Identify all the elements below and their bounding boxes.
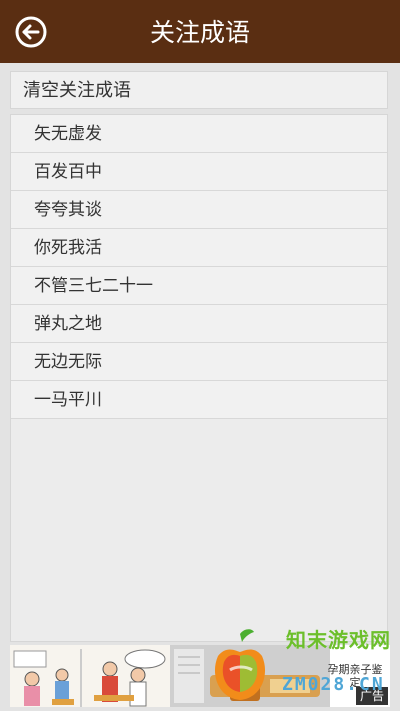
idiom-list-item[interactable]: 弹丸之地 (11, 305, 387, 343)
idiom-list-item[interactable]: 你死我活 (11, 229, 387, 267)
idiom-text: 矢无虚发 (34, 124, 102, 144)
watermark: 知末游戏网 ZM028.CN (196, 622, 396, 708)
idiom-list-item[interactable]: 一马平川 (11, 381, 387, 419)
idiom-list-item[interactable]: 无边无际 (11, 343, 387, 381)
idiom-list-item[interactable]: 不管三七二十一 (11, 267, 387, 305)
clear-followed-idioms-button[interactable]: 清空关注成语 (10, 71, 388, 109)
idiom-list-item[interactable]: 矢无虚发 (11, 115, 387, 153)
page-title: 关注成语 (149, 18, 250, 47)
idiom-text: 你死我活 (34, 238, 102, 258)
ad-cartoon-image (10, 645, 170, 707)
idiom-text: 一马平川 (34, 390, 102, 410)
watermark-fruit-logo (214, 629, 266, 700)
idiom-text: 弹丸之地 (34, 314, 102, 334)
idiom-list-item[interactable]: 百发百中 (11, 153, 387, 191)
idiom-text: 无边无际 (34, 352, 102, 372)
clear-followed-idioms-label: 清空关注成语 (23, 80, 131, 101)
idiom-text: 百发百中 (34, 162, 102, 182)
watermark-subtitle: ZM028.CN (282, 674, 385, 695)
idiom-list: 矢无虚发 百发百中 夸夸其谈 你死我活 不管三七二十一 弹丸之地 无边无际 一马… (11, 115, 387, 419)
idiom-list-panel[interactable]: 矢无虚发 百发百中 夸夸其谈 你死我活 不管三七二十一 弹丸之地 无边无际 一马… (10, 114, 388, 642)
idiom-text: 夸夸其谈 (34, 200, 102, 220)
idiom-text: 不管三七二十一 (34, 276, 153, 296)
watermark-title: 知末游戏网 (286, 628, 391, 652)
idiom-list-item[interactable]: 夸夸其谈 (11, 191, 387, 229)
app-header: 关注成语 (0, 0, 400, 63)
